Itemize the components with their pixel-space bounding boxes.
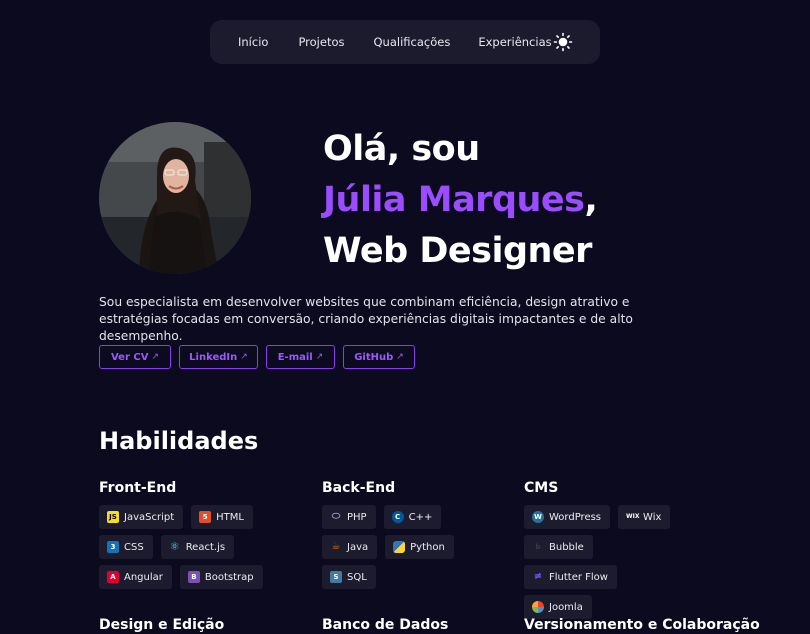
java-icon: ☕ bbox=[331, 541, 341, 552]
angular-icon: A bbox=[107, 571, 119, 583]
name-comma: , bbox=[584, 180, 598, 220]
bootstrap-icon: B bbox=[187, 571, 200, 583]
chip-bootstrap: B Bootstrap bbox=[179, 565, 263, 589]
joomla-icon bbox=[532, 601, 544, 613]
portfolio-page: Início Projetos Qualificações Experiênci… bbox=[0, 0, 810, 634]
chip-joomla: Joomla bbox=[524, 595, 592, 619]
top-nav: Início Projetos Qualificações Experiênci… bbox=[210, 20, 600, 64]
chip-angular: A Angular bbox=[99, 565, 172, 589]
database-title: Banco de Dados bbox=[322, 617, 449, 633]
chip-wordpress: W WordPress bbox=[524, 505, 611, 529]
wordpress-icon: W bbox=[532, 511, 544, 523]
cpp-icon: C bbox=[391, 511, 404, 523]
external-link-icon: ↗ bbox=[315, 352, 324, 362]
javascript-icon: JS bbox=[107, 511, 119, 523]
role-title: Web Designer bbox=[323, 231, 592, 271]
nav-inicio[interactable]: Início bbox=[238, 35, 268, 49]
chip-java: ☕ Java bbox=[322, 535, 378, 559]
bio-text: Sou especialista em desenvolver websites… bbox=[99, 295, 633, 343]
sun-icon[interactable] bbox=[553, 32, 573, 52]
cms-column: CMS W WordPress WIX Wix b Bubble ≠ Flutter F… bbox=[524, 480, 694, 625]
nav-qualificacoes[interactable]: Qualificações bbox=[374, 35, 451, 49]
wix-icon: WIX bbox=[626, 513, 640, 520]
link-buttons: Ver CV ↗ LinkedIn ↗ E-mail ↗ GitHub ↗ bbox=[99, 345, 423, 369]
python-icon bbox=[393, 541, 406, 553]
chip-flutterflow: ≠ Flutter Flow bbox=[524, 565, 617, 589]
external-link-icon: ↗ bbox=[396, 352, 404, 362]
external-link-icon: ↗ bbox=[240, 352, 248, 362]
bubble-icon: b bbox=[535, 543, 541, 551]
react-icon: ⚛ bbox=[169, 540, 180, 553]
chip-html: 5 HTML bbox=[191, 505, 253, 529]
backend-title: Back-End bbox=[322, 480, 396, 496]
cms-title: CMS bbox=[524, 480, 559, 496]
flutterflow-icon: ≠ bbox=[533, 571, 543, 582]
greeting: Olá, sou bbox=[323, 129, 480, 169]
name-highlight: Júlia Marques bbox=[323, 180, 585, 220]
profile-photo bbox=[99, 122, 251, 274]
cv-button[interactable]: Ver CV ↗ bbox=[99, 345, 171, 369]
css-icon: 3 bbox=[107, 541, 119, 553]
frontend-title: Front-End bbox=[99, 480, 177, 496]
hero-heading: Olá, sou Júlia Marques, Web Designer bbox=[323, 124, 598, 277]
skills-heading: Habilidades bbox=[99, 427, 259, 455]
sql-icon: S bbox=[330, 571, 342, 583]
frontend-column: Front-End JS JavaScript 5 HTML 3 CSS ⚛ React… bbox=[99, 480, 314, 595]
versioning-title: Versionamento e Colaboração bbox=[524, 617, 760, 633]
chip-css: 3 CSS bbox=[99, 535, 153, 559]
github-button[interactable]: GitHub ↗ bbox=[343, 345, 415, 369]
linkedin-button[interactable]: LinkedIn ↗ bbox=[179, 345, 258, 369]
chip-javascript: JS JavaScript bbox=[99, 505, 184, 529]
email-button[interactable]: E-mail ↗ bbox=[266, 345, 335, 369]
chip-cpp: C C++ bbox=[383, 505, 442, 529]
design-title: Design e Edição bbox=[99, 617, 225, 633]
chip-wix: WIX Wix bbox=[618, 505, 671, 529]
chip-react: ⚛ React.js bbox=[160, 535, 235, 559]
backend-column: Back-End ⬭ PHP C C++ ☕ Java Python S SQL bbox=[322, 480, 507, 595]
chip-bubble: b Bubble bbox=[524, 535, 593, 559]
name-line: Júlia Marques, bbox=[323, 175, 598, 226]
chip-php: ⬭ PHP bbox=[322, 505, 376, 529]
external-link-icon: ↗ bbox=[151, 352, 159, 362]
html-icon: 5 bbox=[199, 511, 212, 523]
php-icon: ⬭ bbox=[331, 511, 341, 522]
nav-experiencias[interactable]: Experiências bbox=[478, 35, 551, 49]
chip-sql: S SQL bbox=[322, 565, 376, 589]
nav-projetos[interactable]: Projetos bbox=[298, 35, 344, 49]
chip-python: Python bbox=[385, 535, 454, 559]
